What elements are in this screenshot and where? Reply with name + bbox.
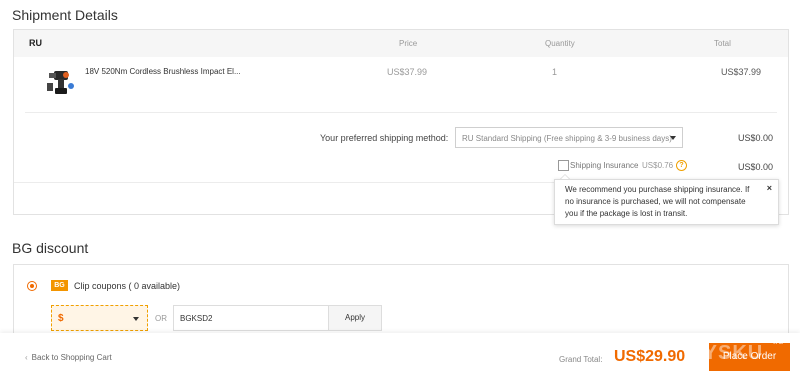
- coupon-code-input[interactable]: BGKSD2: [173, 305, 329, 331]
- product-thumbnail[interactable]: [44, 66, 76, 98]
- shipping-insurance-checkbox[interactable]: [558, 160, 569, 171]
- or-label: OR: [155, 314, 167, 323]
- back-to-cart-label: Back to Shopping Cart: [31, 353, 112, 362]
- panel-divider: [14, 182, 554, 183]
- insurance-tooltip: We recommend you purchase shipping insur…: [554, 179, 779, 225]
- coupon-select[interactable]: $: [51, 305, 148, 331]
- grand-total-value: US$29.90: [614, 348, 686, 365]
- back-to-cart-link[interactable]: ‹ Back to Shopping Cart: [25, 353, 112, 362]
- product-quantity: 1: [552, 67, 558, 77]
- product-total: US$37.99: [721, 67, 762, 77]
- product-name-link[interactable]: 18V 520Nm Cordless Brushless Impact El..…: [85, 67, 245, 76]
- clip-coupons-radio[interactable]: [27, 281, 37, 291]
- quantity-header: Quantity: [545, 39, 575, 48]
- coupon-icon: BG: [51, 280, 68, 291]
- shipping-insurance-price: US$0.76: [642, 161, 674, 170]
- total-header: Total: [714, 39, 731, 48]
- chevron-down-icon: [133, 317, 139, 321]
- chevron-down-icon: [670, 136, 676, 140]
- shipping-method-label: Your preferred shipping method:: [320, 133, 449, 143]
- country-label: RU: [29, 38, 42, 48]
- product-price: US$37.99: [387, 67, 428, 77]
- watermark-suffix: .ru: [773, 337, 784, 346]
- price-header: Price: [399, 39, 418, 48]
- shipping-method-select[interactable]: RU Standard Shipping (Free shipping & 3-…: [455, 127, 683, 148]
- shipping-insurance-label[interactable]: Shipping Insurance: [570, 161, 639, 170]
- tooltip-text: We recommend you purchase shipping insur…: [565, 185, 750, 218]
- tooltip-arrow-inner: [561, 175, 569, 179]
- clip-coupons-label[interactable]: Clip coupons ( 0 available): [74, 281, 180, 291]
- bg-discount-title: BG discount: [12, 240, 89, 256]
- shipment-details-title: Shipment Details: [12, 7, 118, 23]
- discount-panel: [13, 264, 789, 344]
- row-divider: [25, 112, 777, 113]
- close-icon[interactable]: ×: [767, 182, 772, 194]
- shipping-insurance-cost: US$0.00: [738, 162, 774, 172]
- chevron-left-icon: ‹: [25, 353, 28, 362]
- shipping-method-cost: US$0.00: [738, 133, 774, 143]
- help-question-icon[interactable]: ?: [676, 160, 687, 171]
- shipping-method-value: RU Standard Shipping (Free shipping & 3-…: [462, 134, 672, 143]
- coupon-select-value: $: [58, 313, 64, 324]
- apply-button[interactable]: Apply: [328, 305, 382, 331]
- grand-total-label: Grand Total:: [559, 355, 603, 364]
- watermark-logo: MYSKU: [686, 342, 764, 364]
